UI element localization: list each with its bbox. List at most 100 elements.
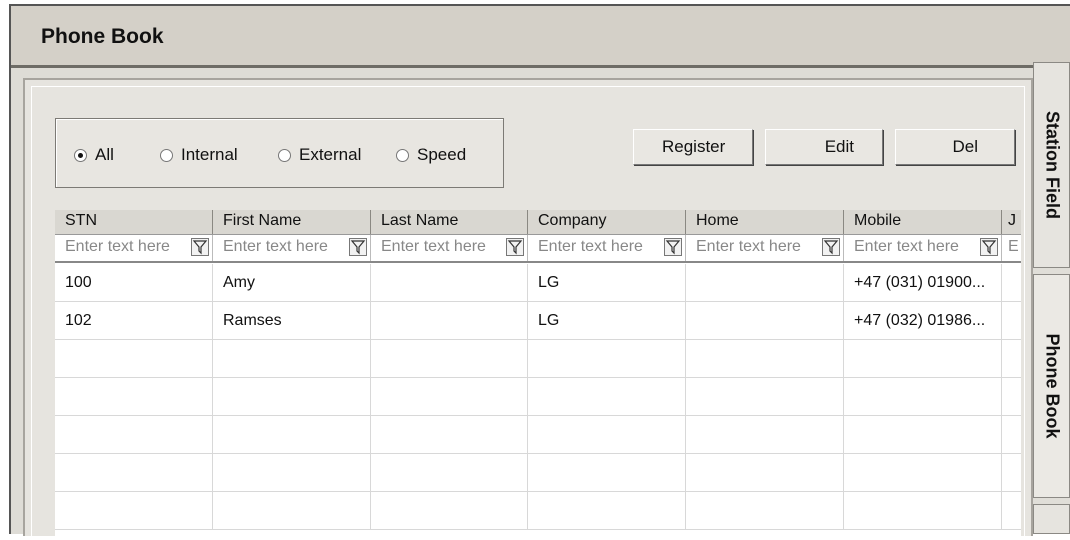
cell-first-name: Amy	[213, 264, 371, 302]
empty-cell	[55, 454, 213, 492]
table-row-empty	[55, 378, 1021, 416]
table-row[interactable]: 102 Ramses LG +47 (032) 01986...	[55, 302, 1021, 340]
empty-cell	[213, 416, 371, 454]
empty-cell	[686, 378, 844, 416]
funnel-icon[interactable]	[506, 238, 524, 256]
phone-book-window: Phone Book All Internal External Speed R…	[9, 4, 1070, 540]
radio-internal-dot[interactable]	[160, 148, 173, 162]
empty-cell	[371, 378, 528, 416]
col-mobile[interactable]: Mobile	[844, 210, 1002, 234]
radio-external-dot[interactable]	[278, 148, 291, 162]
empty-cell	[1002, 416, 1021, 454]
del-button[interactable]: Del	[895, 129, 1015, 165]
cell-last-name	[371, 264, 528, 302]
cell-first-name: Ramses	[213, 302, 371, 340]
empty-cell	[55, 378, 213, 416]
filter-row: Enter text here Enter text here Enter te…	[55, 235, 1021, 263]
filter-j-placeholder: E	[1008, 238, 1019, 255]
radio-external-label: External	[299, 145, 362, 164]
cell-home	[686, 264, 844, 302]
empty-cell	[213, 340, 371, 378]
table-body: 100 Amy LG +47 (031) 01900... 102 Ramses…	[55, 264, 1021, 540]
title-bar: Phone Book	[11, 6, 1070, 68]
col-j[interactable]: J	[1002, 210, 1021, 234]
empty-cell	[844, 416, 1002, 454]
cell-mobile: +47 (032) 01986...	[844, 302, 1002, 340]
empty-cell	[371, 416, 528, 454]
empty-cell	[371, 492, 528, 530]
empty-cell	[55, 416, 213, 454]
filter-first-name-placeholder: Enter text here	[223, 238, 328, 255]
tab-phone-book-label: Phone Book	[1042, 333, 1062, 439]
radio-internal[interactable]: Internal	[160, 145, 238, 165]
funnel-icon[interactable]	[191, 238, 209, 256]
cell-company: LG	[528, 302, 686, 340]
col-stn[interactable]: STN	[55, 210, 213, 234]
funnel-icon[interactable]	[980, 238, 998, 256]
register-button[interactable]: Register	[633, 129, 753, 165]
filter-stn-placeholder: Enter text here	[65, 238, 170, 255]
empty-cell	[844, 492, 1002, 530]
cell-stn: 100	[55, 264, 213, 302]
filter-company[interactable]: Enter text here	[528, 235, 686, 261]
filter-last-name[interactable]: Enter text here	[371, 235, 528, 261]
empty-cell	[686, 492, 844, 530]
empty-cell	[1002, 378, 1021, 416]
tab-station-field-label: Station Field	[1042, 111, 1062, 219]
empty-cell	[213, 378, 371, 416]
del-button-label: Del	[952, 137, 978, 156]
empty-cell	[686, 416, 844, 454]
edit-button[interactable]: Edit	[765, 129, 883, 165]
radio-all[interactable]: All	[74, 145, 114, 165]
cell-j	[1002, 302, 1021, 340]
cell-stn: 102	[55, 302, 213, 340]
filter-company-placeholder: Enter text here	[538, 238, 643, 255]
tab-phone-book[interactable]: Phone Book	[1033, 274, 1070, 498]
empty-cell	[213, 454, 371, 492]
col-first-name[interactable]: First Name	[213, 210, 371, 234]
filter-j[interactable]: E	[1002, 235, 1021, 261]
col-last-name[interactable]: Last Name	[371, 210, 528, 234]
empty-cell	[686, 340, 844, 378]
filter-stn[interactable]: Enter text here	[55, 235, 213, 261]
filter-mobile[interactable]: Enter text here	[844, 235, 1002, 261]
window-title: Phone Book	[41, 25, 164, 48]
funnel-icon[interactable]	[822, 238, 840, 256]
filter-home[interactable]: Enter text here	[686, 235, 844, 261]
col-home[interactable]: Home	[686, 210, 844, 234]
radio-speed-dot[interactable]	[396, 148, 409, 162]
cell-j	[1002, 264, 1021, 302]
cell-company: LG	[528, 264, 686, 302]
col-company[interactable]: Company	[528, 210, 686, 234]
empty-cell	[686, 454, 844, 492]
radio-all-dot[interactable]	[74, 148, 87, 162]
cell-mobile: +47 (031) 01900...	[844, 264, 1002, 302]
empty-cell	[844, 454, 1002, 492]
radio-speed[interactable]: Speed	[396, 145, 466, 165]
radio-internal-label: Internal	[181, 145, 238, 164]
empty-cell	[844, 378, 1002, 416]
filter-first-name[interactable]: Enter text here	[213, 235, 371, 261]
cell-last-name	[371, 302, 528, 340]
empty-cell	[55, 492, 213, 530]
funnel-icon[interactable]	[664, 238, 682, 256]
table-header: STN First Name Last Name Company Home Mo…	[55, 210, 1021, 235]
tab-more[interactable]	[1033, 504, 1070, 534]
filter-group: All Internal External Speed	[55, 118, 504, 188]
table-row-empty	[55, 492, 1021, 530]
edit-button-label: Edit	[824, 137, 854, 156]
empty-cell	[371, 454, 528, 492]
table-row-empty	[55, 454, 1021, 492]
radio-all-label: All	[95, 145, 114, 164]
register-button-label: Register	[662, 137, 726, 156]
table-row[interactable]: 100 Amy LG +47 (031) 01900...	[55, 264, 1021, 302]
empty-cell	[844, 340, 1002, 378]
empty-cell	[528, 454, 686, 492]
empty-cell	[371, 340, 528, 378]
tab-station-field[interactable]: Station Field	[1033, 62, 1070, 268]
empty-cell	[55, 340, 213, 378]
phone-book-table: STN First Name Last Name Company Home Mo…	[55, 210, 1021, 540]
radio-external[interactable]: External	[278, 145, 361, 165]
empty-cell	[528, 416, 686, 454]
funnel-icon[interactable]	[349, 238, 367, 256]
